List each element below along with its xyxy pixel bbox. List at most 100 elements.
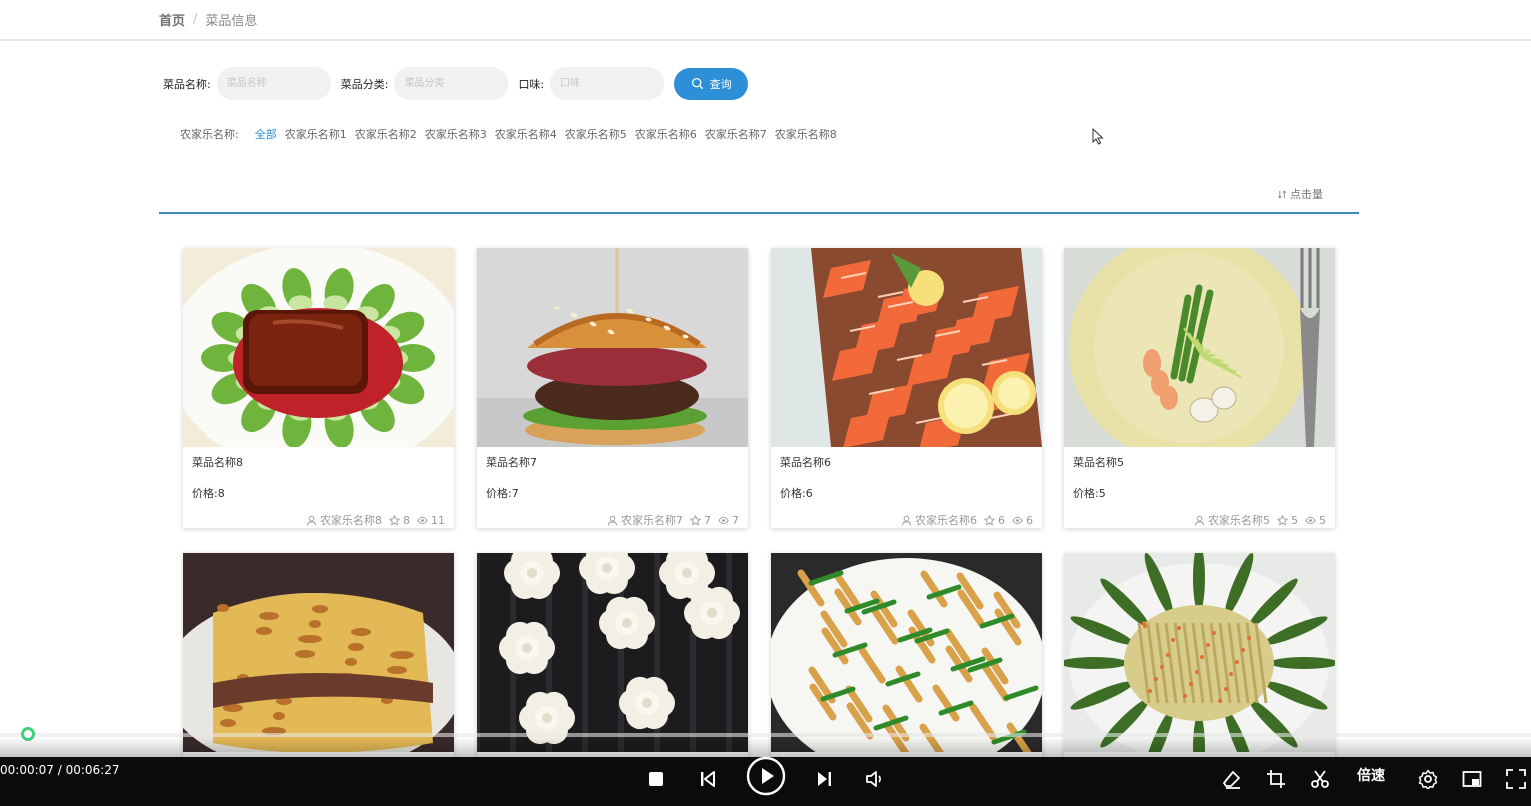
play-icon [746, 756, 786, 796]
dish-photo-tofu-skin-stirfry [771, 553, 1042, 752]
eye-icon [1012, 516, 1023, 524]
search-icon [691, 77, 703, 90]
fullscreen-button[interactable] [1502, 765, 1530, 793]
farm-filter-option[interactable]: 农家乐名称2 [355, 126, 417, 142]
farm-filter-option[interactable]: 农家乐名称1 [285, 126, 347, 142]
dish-photo-salmon-sashimi [771, 248, 1042, 447]
farm-filter-option[interactable]: 农家乐名称6 [635, 126, 697, 142]
dish-image[interactable] [183, 553, 454, 752]
dish-farm: 农家乐名称6 [915, 514, 977, 527]
gear-icon [1418, 769, 1438, 789]
breadcrumb-separator: / [193, 12, 198, 27]
eye-icon [1305, 516, 1316, 524]
dish-stars: 7 [704, 513, 711, 527]
fullscreen-icon [1506, 769, 1526, 789]
farm-filter-option[interactable]: 农家乐名称3 [425, 126, 487, 142]
stop-button[interactable] [642, 765, 670, 793]
dish-card[interactable] [1064, 553, 1335, 763]
picture-in-picture-button[interactable] [1458, 765, 1486, 793]
section-divider [159, 212, 1359, 214]
annotate-button[interactable] [1218, 765, 1246, 793]
search-button[interactable]: 查询 [674, 67, 749, 100]
breadcrumb-current: 菜品信息 [205, 14, 258, 29]
dish-meta: 农家乐名称6 6 6 [901, 512, 1033, 528]
volume-button[interactable] [860, 765, 888, 793]
user-icon [1194, 515, 1205, 526]
dish-image[interactable] [1064, 248, 1335, 447]
pip-icon [1462, 771, 1482, 787]
playback-speed-button[interactable]: 倍速 [1357, 765, 1385, 785]
dish-category-input[interactable] [394, 67, 509, 100]
dish-card[interactable]: 菜品名称7 价格:7 农家乐名称7 7 7 [477, 248, 748, 528]
dish-stars: 5 [1291, 513, 1298, 527]
scissors-icon [1311, 770, 1329, 788]
dish-photo-burger [477, 248, 748, 447]
dish-image[interactable] [771, 553, 1042, 752]
dish-name: 菜品名称8 [192, 456, 243, 469]
dish-name: 菜品名称6 [780, 456, 831, 469]
crop-button[interactable] [1262, 765, 1290, 793]
crop-icon [1267, 770, 1285, 788]
dish-card[interactable]: 菜品名称8 价格:8 农家乐名称8 8 11 [183, 248, 454, 528]
stop-icon [649, 772, 663, 786]
skip-next-icon [818, 772, 831, 786]
sort-label: 点击量 [1290, 188, 1323, 201]
farm-filter-option[interactable]: 农家乐名称8 [775, 126, 837, 142]
dish-meta: 农家乐名称7 7 7 [607, 512, 739, 528]
dish-photo-shrimp-asparagus [1064, 248, 1335, 447]
dish-category-label: 菜品分类: [340, 77, 389, 91]
dish-price: 价格:5 [1073, 487, 1106, 500]
dish-card[interactable] [477, 553, 748, 763]
dish-views: 11 [431, 513, 445, 527]
taste-input[interactable] [550, 67, 665, 100]
sort-icon [1278, 190, 1287, 198]
breadcrumb: 首页 / 菜品信息 [159, 10, 257, 29]
star-icon [690, 514, 701, 526]
settings-button[interactable] [1414, 765, 1442, 793]
dish-photo-okra-plate [1064, 553, 1335, 752]
dish-farm: 农家乐名称8 [320, 514, 382, 527]
dish-meta: 农家乐名称5 5 5 [1194, 512, 1326, 528]
skip-previous-icon [701, 771, 715, 787]
user-icon [306, 515, 317, 526]
dish-stars: 6 [998, 513, 1005, 527]
search-button-label: 查询 [709, 77, 732, 91]
dish-image[interactable] [1064, 553, 1335, 752]
dish-meta: 农家乐名称8 8 11 [306, 512, 445, 528]
breadcrumb-home[interactable]: 首页 [159, 10, 185, 29]
previous-button[interactable] [694, 765, 722, 793]
dish-photo-egg-roll [183, 553, 454, 752]
dish-image[interactable] [477, 553, 748, 752]
star-icon [1277, 514, 1288, 526]
sort-by-clicks[interactable]: 点击量 [1278, 186, 1323, 202]
dish-image[interactable] [183, 248, 454, 447]
dish-card[interactable] [183, 553, 454, 763]
dish-photo-braised-pork [183, 248, 454, 447]
star-icon [389, 514, 400, 526]
dish-views: 6 [1026, 513, 1033, 527]
star-icon [984, 514, 995, 526]
dish-card[interactable]: 菜品名称6 价格:6 农家乐名称6 6 6 [771, 248, 1042, 528]
user-icon [607, 515, 618, 526]
eye-icon [718, 516, 729, 524]
next-button[interactable] [810, 765, 838, 793]
dish-card[interactable] [771, 553, 1042, 763]
dish-card[interactable]: 菜品名称5 价格:5 农家乐名称5 5 5 [1064, 248, 1335, 528]
dish-stars: 8 [403, 513, 410, 527]
mouse-cursor-icon [1092, 128, 1104, 145]
farm-filter-option[interactable]: 农家乐名称4 [495, 126, 557, 142]
farm-filter-option[interactable]: 农家乐名称5 [565, 126, 627, 142]
search-bar: 菜品名称: 菜品分类: 口味: 查询 [163, 67, 749, 100]
clip-button[interactable] [1306, 765, 1334, 793]
dish-name: 菜品名称5 [1073, 456, 1124, 469]
dish-photo-flower-pastry [477, 553, 748, 752]
farm-filter-options: 全部 农家乐名称1 农家乐名称2 农家乐名称3 农家乐名称4 农家乐名称5 农家乐名称6 农家… [255, 126, 837, 142]
farm-filter-option[interactable]: 全部 [255, 126, 277, 142]
dish-name-input[interactable] [216, 67, 331, 100]
dish-views: 5 [1319, 513, 1326, 527]
play-button[interactable] [745, 756, 787, 796]
farm-filter-option[interactable]: 农家乐名称7 [705, 126, 767, 142]
dish-farm: 农家乐名称5 [1208, 514, 1270, 527]
dish-image[interactable] [771, 248, 1042, 447]
dish-image[interactable] [477, 248, 748, 447]
